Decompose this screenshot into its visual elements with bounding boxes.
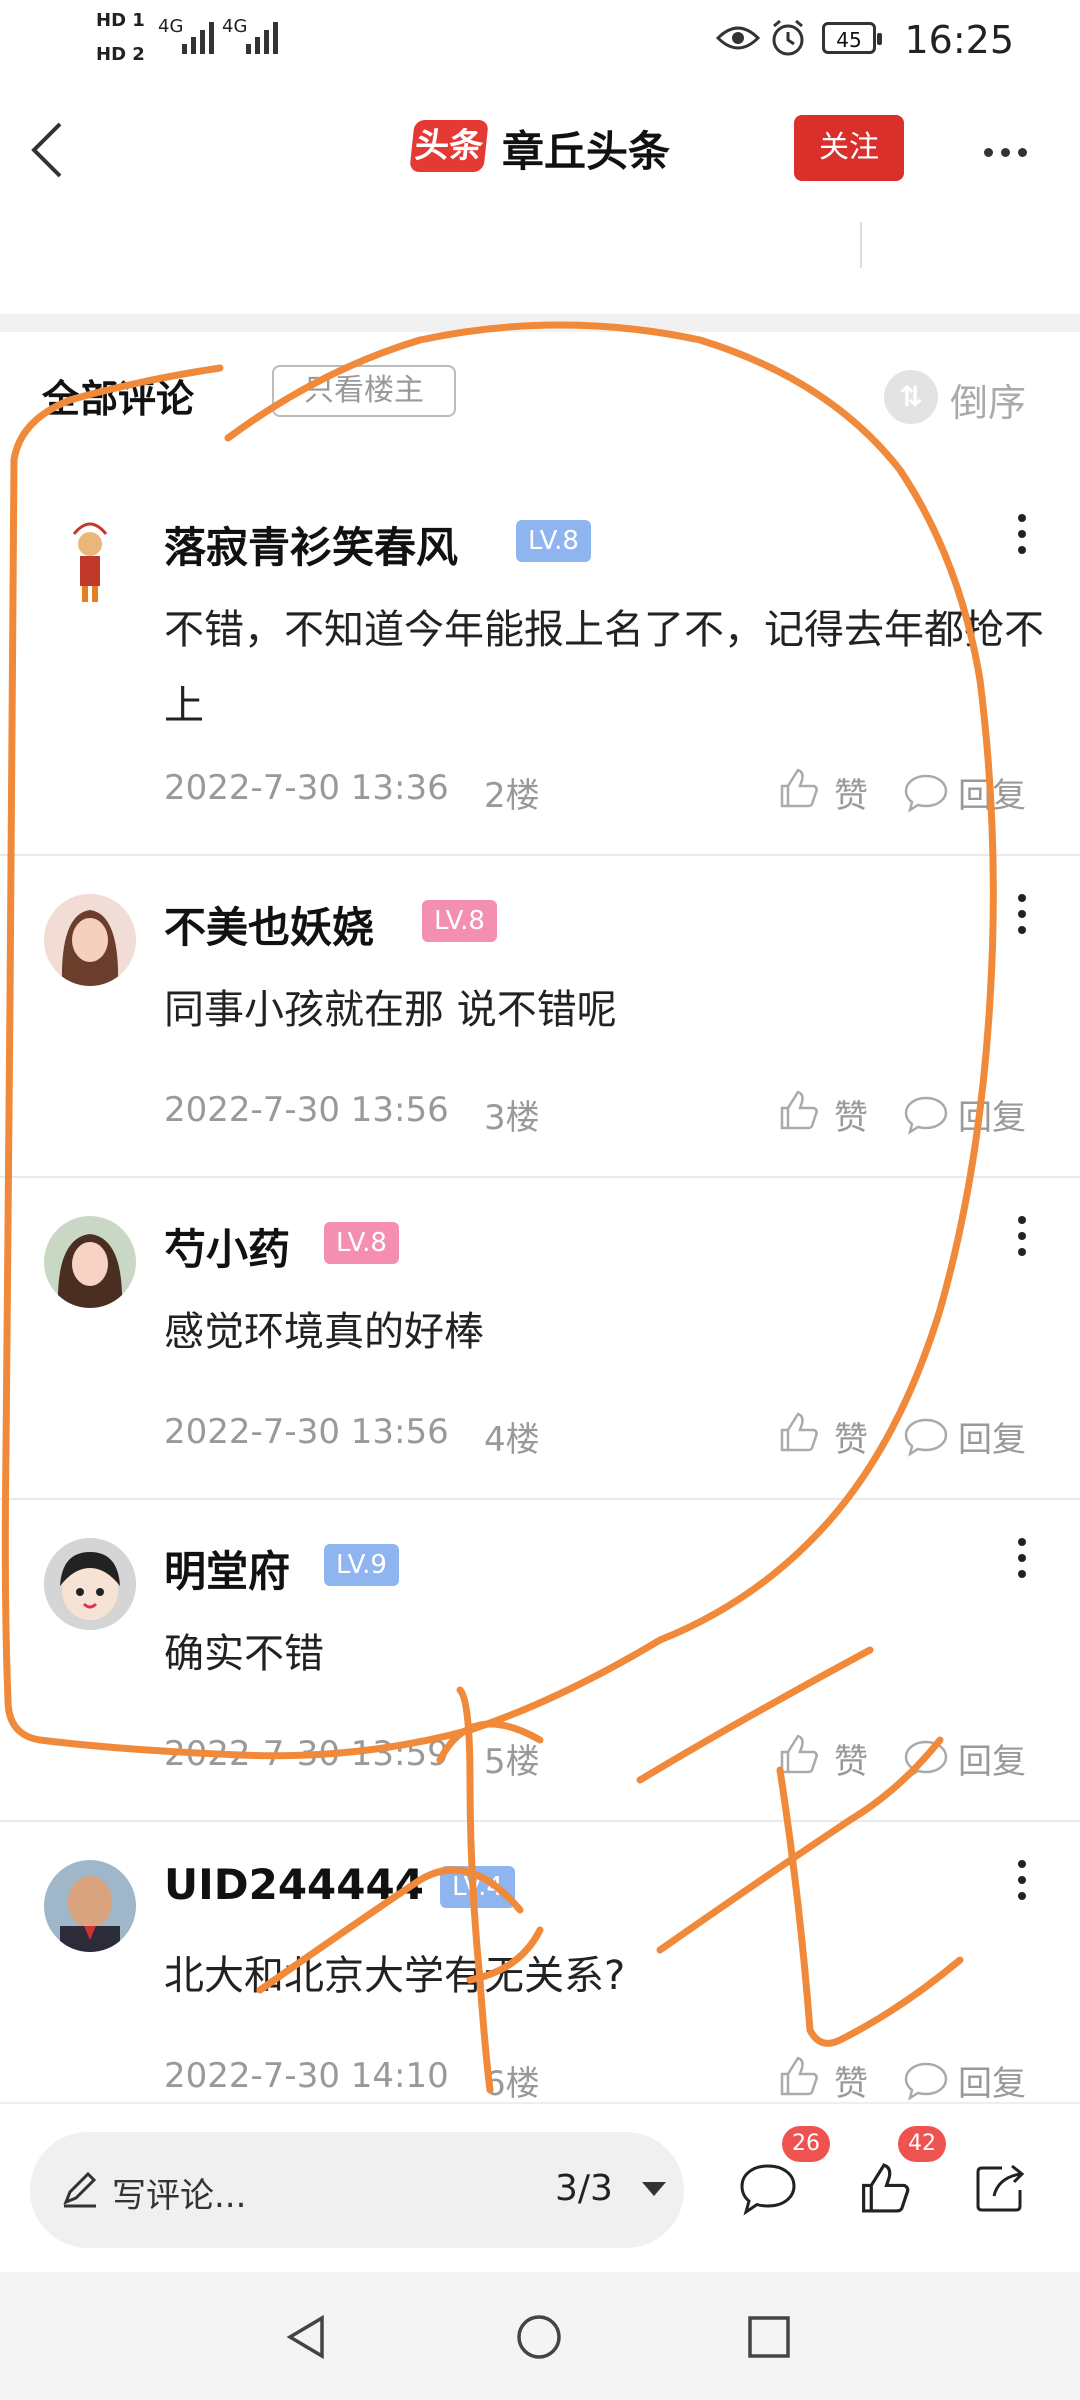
commenter-name[interactable]: 明堂府: [164, 1538, 290, 1599]
comment-text: 北大和北京大学有无关系?: [164, 1953, 626, 1999]
comment-action-bar: 写评论... 3/3 26 42: [0, 2102, 1080, 2274]
comment-more-icon[interactable]: [1018, 1216, 1028, 1264]
reply-icon[interactable]: [904, 1736, 948, 1780]
comment-floor: 2楼: [484, 776, 540, 816]
comment-item: UID244444 LV.4 北大和北京大学有无关系? 2022-7-30 14…: [0, 1820, 1080, 2105]
network1-label: 4G: [158, 16, 184, 37]
comment-floor: 5楼: [484, 1742, 540, 1782]
like-post-icon[interactable]: [856, 2160, 912, 2216]
sort-order-button[interactable]: 倒序: [950, 372, 1026, 427]
comment-item: 明堂府 LV.9 确实不错 2022-7-30 13:59 5楼 赞 回复: [0, 1498, 1080, 1822]
eye-icon: [716, 26, 760, 50]
page-dropdown-icon[interactable]: [642, 2182, 666, 2196]
level-badge: LV.4: [440, 1866, 515, 1908]
header-divider: [860, 222, 862, 268]
reply-icon[interactable]: [904, 1414, 948, 1458]
alarm-icon: [772, 19, 804, 56]
avatar[interactable]: [44, 514, 136, 606]
like-label[interactable]: 赞: [834, 768, 868, 817]
write-comment-placeholder[interactable]: 写评论...: [112, 2168, 246, 2217]
sim1-hd-label: HD 1: [96, 10, 145, 31]
reply-label[interactable]: 回复: [958, 1412, 1026, 1461]
level-badge: LV.9: [324, 1544, 399, 1586]
comment-icon[interactable]: [738, 2162, 798, 2216]
comment-date: 2022-7-30 13:56: [164, 1412, 449, 1452]
section-separator: [0, 314, 1080, 332]
level-badge: LV.8: [324, 1222, 399, 1264]
nav-home-icon[interactable]: [514, 2312, 564, 2362]
comment-date: 2022-7-30 13:56: [164, 1090, 449, 1130]
like-icon[interactable]: [776, 1410, 820, 1454]
comment-text: 感觉环境真的好棒: [164, 1309, 484, 1355]
avatar[interactable]: [44, 894, 136, 986]
reply-icon[interactable]: [904, 2058, 948, 2102]
commenter-name[interactable]: 芍小药: [164, 1216, 290, 1277]
reply-icon[interactable]: [904, 1092, 948, 1136]
sort-icon[interactable]: ⇅: [884, 370, 938, 424]
page-indicator[interactable]: 3/3: [555, 2168, 613, 2209]
commenter-name[interactable]: UID244444: [164, 1860, 424, 1909]
comment-more-icon[interactable]: [1018, 1860, 1028, 1908]
sim2-hd-label: HD 2: [96, 44, 145, 65]
comment-floor: 6楼: [484, 2064, 540, 2104]
comment-text: 确实不错: [164, 1631, 324, 1677]
like-label[interactable]: 赞: [834, 1412, 868, 1461]
like-count-badge: 42: [898, 2126, 946, 2162]
commenter-name[interactable]: 不美也妖娆: [164, 894, 374, 955]
avatar[interactable]: [44, 1860, 136, 1952]
nav-recents-icon[interactable]: [744, 2312, 794, 2362]
level-badge: LV.8: [516, 520, 591, 562]
comment-more-icon[interactable]: [1018, 894, 1028, 942]
comment-item: 落寂青衫笑春风 LV.8 不错，不知道今年能报上名了不，记得去年都抢不上 202…: [0, 474, 1080, 856]
comment-count-badge: 26: [782, 2126, 830, 2162]
comment-date: 2022-7-30 13:59: [164, 1734, 449, 1774]
follow-button[interactable]: 关注: [794, 115, 904, 181]
like-icon[interactable]: [776, 766, 820, 810]
level-badge: LV.8: [422, 900, 497, 942]
network2-label: 4G: [222, 16, 248, 37]
like-label[interactable]: 赞: [834, 2056, 868, 2105]
like-icon[interactable]: [776, 2054, 820, 2098]
reply-label[interactable]: 回复: [958, 1090, 1026, 1139]
top-bar: 头条 章丘头条 关注: [0, 80, 1080, 220]
more-options-icon[interactable]: [980, 142, 1031, 161]
reply-label[interactable]: 回复: [958, 1734, 1026, 1783]
toutiao-logo: 头条: [409, 120, 489, 172]
comment-more-icon[interactable]: [1018, 1538, 1028, 1586]
pencil-icon: [63, 2171, 97, 2208]
reply-label[interactable]: 回复: [958, 768, 1026, 817]
status-bar: HD 1 HD 2 4G 4G 45 16:25: [0, 0, 1080, 80]
channel-title: 章丘头条: [502, 127, 671, 176]
all-comments-title: 全部评论: [42, 377, 195, 421]
only-op-button[interactable]: 只看楼主: [272, 365, 456, 417]
write-comment-input[interactable]: 写评论... 3/3: [30, 2132, 684, 2248]
system-nav-bar: [0, 2272, 1080, 2400]
reply-label[interactable]: 回复: [958, 2056, 1026, 2105]
comment-floor: 4楼: [484, 1420, 540, 1460]
comment-text: 同事小孩就在那 说不错呢: [164, 987, 617, 1033]
comment-more-icon[interactable]: [1018, 514, 1028, 562]
comment-floor: 3楼: [484, 1098, 540, 1138]
comment-item: 不美也妖娆 LV.8 同事小孩就在那 说不错呢 2022-7-30 13:56 …: [0, 854, 1080, 1178]
like-icon[interactable]: [776, 1088, 820, 1132]
signal1-icon: [182, 18, 214, 54]
signal2-icon: [246, 18, 278, 54]
battery-icon: 45: [822, 22, 882, 54]
nav-back-icon[interactable]: [282, 2312, 332, 2362]
clock: 16:25: [904, 18, 1014, 62]
avatar[interactable]: [44, 1216, 136, 1308]
comment-date: 2022-7-30 14:10: [164, 2056, 449, 2096]
like-label[interactable]: 赞: [834, 1090, 868, 1139]
like-icon[interactable]: [776, 1732, 820, 1776]
back-icon[interactable]: [28, 120, 68, 180]
avatar[interactable]: [44, 1538, 136, 1630]
commenter-name[interactable]: 落寂青衫笑春风: [164, 514, 458, 575]
share-icon[interactable]: [972, 2160, 1028, 2216]
comment-date: 2022-7-30 13:36: [164, 768, 449, 808]
comment-item: 芍小药 LV.8 感觉环境真的好棒 2022-7-30 13:56 4楼 赞 回…: [0, 1176, 1080, 1500]
comment-text: 不错，不知道今年能报上名了不，记得去年都抢不上: [164, 607, 1044, 729]
reply-icon[interactable]: [904, 770, 948, 814]
like-label[interactable]: 赞: [834, 1734, 868, 1783]
